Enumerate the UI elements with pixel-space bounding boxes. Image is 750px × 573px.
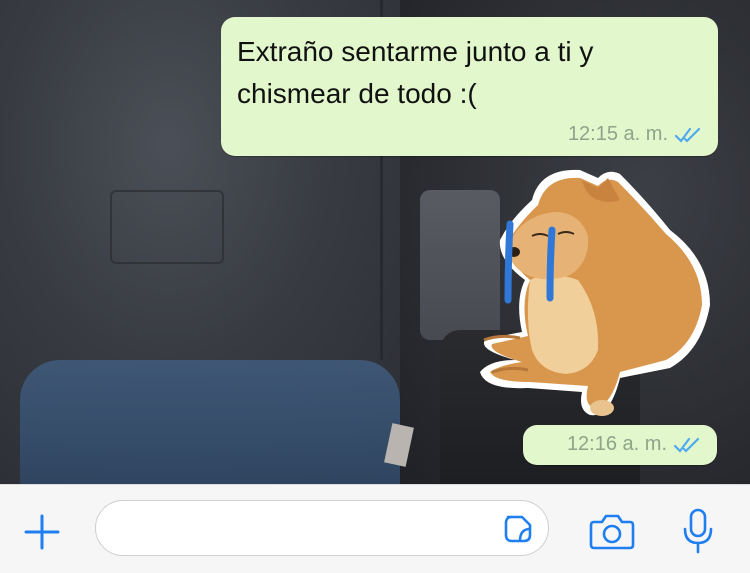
attach-plus-button[interactable]: [22, 512, 62, 552]
crying-cheems-dog-sticker[interactable]: [470, 160, 720, 422]
double-check-read-icon: [673, 437, 700, 453]
plus-icon: [24, 514, 60, 550]
sticker-time-bubble: 12:16 a. m.: [523, 425, 717, 465]
camera-icon: [589, 514, 635, 550]
crying-dog-sticker-image: [480, 169, 710, 416]
message-text-field[interactable]: [95, 500, 549, 556]
sticker-icon: [504, 515, 532, 543]
message-timestamp: 12:16 a. m.: [566, 433, 667, 455]
wallpaper-jeans: [20, 360, 400, 484]
sticker-button[interactable]: [502, 513, 534, 545]
message-timestamp: 12:15 a. m.: [567, 123, 668, 145]
microphone-icon: [683, 508, 713, 554]
message-text: Extraño sentarme junto a ti y chismear d…: [237, 36, 594, 109]
message-input-bar: [0, 484, 750, 573]
camera-button[interactable]: [588, 512, 636, 552]
message-meta: 12:15 a. m.: [568, 123, 704, 146]
microphone-button[interactable]: [680, 507, 716, 555]
double-check-read-icon: [674, 127, 701, 143]
message-input[interactable]: [116, 509, 500, 549]
wallpaper-pocket: [110, 190, 224, 264]
outgoing-message-bubble[interactable]: Extraño sentarme junto a ti y chismear d…: [221, 17, 718, 156]
message-meta: 12:16 a. m.: [567, 433, 703, 456]
